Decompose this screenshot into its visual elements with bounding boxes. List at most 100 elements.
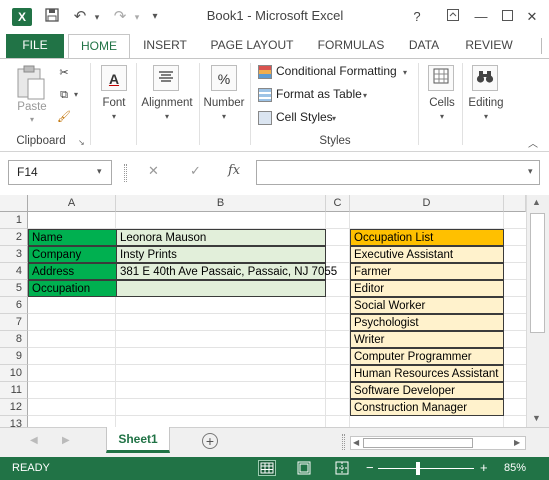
cell-a4[interactable]: Address	[28, 263, 117, 280]
tab-review[interactable]: REVIEW	[460, 34, 518, 58]
maximize-button[interactable]	[494, 7, 520, 27]
cell-d2-occupation-header[interactable]: Occupation List	[350, 229, 504, 246]
font-dropdown-icon[interactable]: ▾	[106, 112, 122, 121]
formula-bar-grip[interactable]	[124, 164, 127, 182]
redo-icon[interactable]: ↷	[110, 8, 130, 26]
paste-icon[interactable]	[14, 65, 48, 101]
page-break-view-icon[interactable]	[334, 461, 350, 478]
row-header-3[interactable]: 3	[0, 246, 28, 263]
cell-b3[interactable]: Insty Prints	[116, 246, 326, 263]
row-header-1[interactable]: 1	[0, 212, 28, 229]
insert-function-icon[interactable]: fx	[228, 163, 240, 178]
row-header-4[interactable]: 4	[0, 263, 28, 280]
row-header-7[interactable]: 7	[0, 314, 28, 331]
number-label[interactable]: Number	[200, 97, 248, 109]
tab-file[interactable]: FILE	[6, 34, 64, 58]
scroll-down-icon[interactable]: ▼	[532, 413, 541, 423]
alignment-icon[interactable]	[153, 65, 179, 91]
cell-a5[interactable]: Occupation	[28, 280, 117, 297]
cells-dropdown-icon[interactable]: ▾	[434, 112, 450, 121]
occupation-item[interactable]: Executive Assistant	[350, 246, 504, 263]
row-header-9[interactable]: 9	[0, 348, 28, 365]
occupation-item[interactable]: Social Worker	[350, 297, 504, 314]
tab-split-handle[interactable]	[342, 434, 345, 450]
cells-icon[interactable]	[428, 65, 454, 91]
enter-icon[interactable]: ✓	[190, 163, 201, 179]
row-header-11[interactable]: 11	[0, 382, 28, 399]
binoculars-icon[interactable]	[472, 65, 498, 91]
zoom-slider-track[interactable]	[378, 468, 474, 469]
scroll-up-icon[interactable]: ▲	[532, 197, 541, 207]
sheet-tab-sheet1[interactable]: Sheet1	[106, 427, 170, 453]
alignment-dropdown-icon[interactable]: ▾	[159, 112, 175, 121]
font-label[interactable]: Font	[96, 97, 132, 109]
alignment-label[interactable]: Alignment	[136, 97, 198, 109]
number-format-icon[interactable]: %	[211, 65, 237, 91]
number-dropdown-icon[interactable]: ▾	[216, 112, 232, 121]
horizontal-scrollbar[interactable]: ◀ ▶	[350, 436, 526, 450]
worksheet-grid[interactable]: A B C D 1 2 3 4 5 6 7 8 9 10 11 12 13 Name Company A…	[0, 195, 526, 427]
zoom-in-button[interactable]: +	[480, 460, 488, 475]
clipboard-launcher-icon[interactable]: ↘	[78, 138, 85, 147]
undo-icon[interactable]: ↶	[70, 8, 90, 26]
tab-insert[interactable]: INSERT	[136, 34, 194, 58]
zoom-level[interactable]: 85%	[504, 462, 526, 474]
column-header-b[interactable]: B	[116, 195, 326, 212]
tab-home[interactable]: HOME	[68, 34, 130, 59]
column-header-d[interactable]: D	[350, 195, 504, 212]
cell-b2[interactable]: Leonora Mauson	[116, 229, 326, 246]
select-all-corner[interactable]	[0, 195, 28, 212]
collapse-ribbon-icon[interactable]: ︿	[528, 135, 538, 150]
occupation-item[interactable]: Farmer	[350, 263, 504, 280]
cells-label[interactable]: Cells	[422, 97, 462, 109]
minimize-button[interactable]: —	[468, 7, 494, 27]
scroll-left-icon[interactable]: ◀	[353, 438, 359, 447]
cell-a3[interactable]: Company	[28, 246, 117, 263]
row-header-13[interactable]: 13	[0, 416, 28, 427]
expand-formula-bar-icon[interactable]: ▾	[528, 166, 533, 177]
help-button[interactable]: ?	[404, 7, 430, 27]
occupation-item[interactable]: Construction Manager	[350, 399, 504, 416]
format-as-table-button[interactable]: Format as Table ▾	[256, 86, 376, 104]
column-header-e[interactable]	[504, 195, 526, 212]
row-header-8[interactable]: 8	[0, 331, 28, 348]
tab-page-layout[interactable]: PAGE LAYOUT	[204, 34, 300, 58]
cell-a2[interactable]: Name	[28, 229, 117, 246]
close-button[interactable]: ✕	[519, 7, 545, 27]
occupation-item[interactable]: Human Resources Assistant	[350, 365, 504, 382]
horizontal-scroll-thumb[interactable]	[363, 438, 473, 448]
redo-dropdown-icon[interactable]: ▾	[131, 8, 143, 26]
formula-input[interactable]	[256, 160, 540, 185]
normal-view-icon[interactable]	[258, 460, 276, 476]
occupation-item[interactable]: Writer	[350, 331, 504, 348]
prev-sheet-icon[interactable]: ◀	[30, 435, 38, 446]
paste-label[interactable]: Paste	[12, 101, 52, 113]
page-layout-view-icon[interactable]	[296, 461, 312, 478]
name-box-dropdown-icon[interactable]: ▾	[97, 166, 102, 177]
copy-icon[interactable]: ⧉	[56, 87, 72, 103]
cancel-icon[interactable]: ✕	[148, 163, 159, 179]
row-header-6[interactable]: 6	[0, 297, 28, 314]
occupation-item[interactable]: Software Developer	[350, 382, 504, 399]
row-header-12[interactable]: 12	[0, 399, 28, 416]
new-sheet-icon[interactable]: +	[202, 433, 218, 449]
undo-dropdown-icon[interactable]: ▾	[91, 8, 103, 26]
editing-dropdown-icon[interactable]: ▾	[478, 112, 494, 121]
row-header-10[interactable]: 10	[0, 365, 28, 382]
tab-data[interactable]: DATA	[400, 34, 448, 58]
tabs-scroll-right-icon[interactable]	[530, 38, 542, 54]
cut-icon[interactable]: ✂	[56, 65, 72, 81]
cell-styles-button[interactable]: Cell Styles ▾	[256, 109, 346, 127]
conditional-formatting-button[interactable]: Conditional Formatting ▾	[256, 63, 416, 81]
zoom-slider-thumb[interactable]	[416, 462, 420, 475]
paste-dropdown-icon[interactable]: ▾	[24, 115, 40, 124]
cell-b5[interactable]	[116, 280, 326, 297]
cell-b4[interactable]: 381 E 40th Ave Passaic, Passaic, NJ 7055	[116, 263, 337, 280]
ribbon-display-icon[interactable]	[440, 7, 466, 27]
tab-formulas[interactable]: FORMULAS	[310, 34, 392, 58]
column-header-a[interactable]: A	[28, 195, 116, 212]
font-icon[interactable]: A	[101, 65, 127, 91]
vertical-scrollbar[interactable]: ▲ ▼	[526, 195, 549, 427]
vertical-scroll-thumb[interactable]	[530, 213, 545, 333]
row-header-2[interactable]: 2	[0, 229, 28, 246]
